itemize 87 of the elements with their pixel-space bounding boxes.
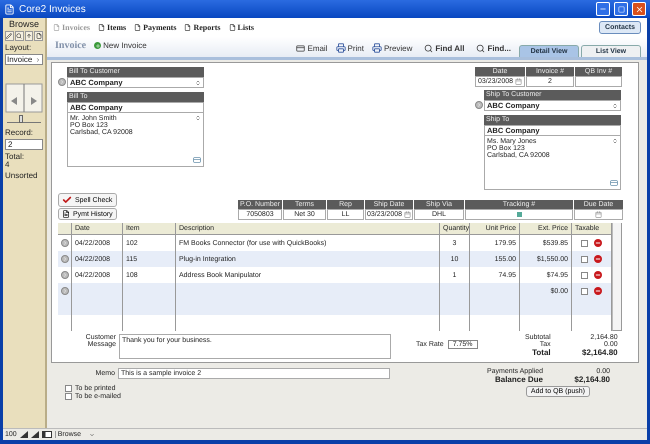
nav-tab[interactable]: Items bbox=[98, 22, 126, 32]
taxable-checkbox[interactable] bbox=[581, 288, 588, 294]
table-cell bbox=[123, 283, 176, 299]
caret-icon bbox=[88, 432, 95, 438]
window-title: Core2 Invoices bbox=[19, 4, 87, 14]
add-icon bbox=[94, 42, 102, 49]
record-slider[interactable] bbox=[7, 118, 41, 123]
new-invoice-button[interactable]: New Invoice bbox=[94, 41, 147, 50]
mode-label: Browse bbox=[8, 19, 40, 29]
sort-status: Unsorted bbox=[5, 171, 38, 180]
toolbar-button[interactable]: Find All bbox=[424, 44, 464, 53]
search-icon[interactable] bbox=[14, 31, 24, 41]
total-label: Total: bbox=[5, 152, 26, 161]
close-button[interactable] bbox=[632, 2, 646, 16]
checkbox[interactable] bbox=[65, 393, 72, 400]
record-field[interactable]: 2 bbox=[5, 139, 43, 150]
pencil-icon[interactable] bbox=[5, 31, 14, 41]
table-cell bbox=[520, 299, 572, 315]
arrow-up-icon[interactable] bbox=[24, 31, 34, 41]
taxable-checkbox[interactable] bbox=[581, 240, 588, 246]
layout-dropdown[interactable]: Invoice bbox=[5, 54, 43, 65]
card-icon bbox=[296, 44, 306, 53]
total-label: Total bbox=[531, 348, 551, 357]
search-icon bbox=[424, 44, 434, 53]
row-arrow-icon[interactable] bbox=[60, 239, 68, 247]
delete-icon[interactable] bbox=[594, 255, 602, 263]
document-icon bbox=[62, 210, 70, 218]
document-icon bbox=[98, 24, 105, 30]
page-icon[interactable] bbox=[34, 31, 43, 41]
toolbar-button[interactable]: Print bbox=[336, 43, 364, 53]
form-field[interactable] bbox=[575, 76, 622, 87]
card-icon[interactable] bbox=[193, 156, 201, 164]
maximize-button[interactable] bbox=[614, 2, 628, 16]
check-icon bbox=[62, 195, 72, 205]
record-book-drawing[interactable] bbox=[5, 83, 43, 113]
status-area-icon[interactable] bbox=[42, 431, 52, 438]
close-icon bbox=[634, 4, 644, 14]
app-icon bbox=[4, 4, 15, 14]
row-arrow-icon[interactable] bbox=[60, 287, 68, 295]
go-arrow-icon[interactable] bbox=[475, 101, 483, 109]
go-arrow-icon[interactable] bbox=[58, 78, 66, 86]
row-arrow-icon[interactable] bbox=[60, 255, 68, 263]
document-icon bbox=[228, 24, 236, 30]
toolbar-button[interactable]: Find... bbox=[476, 44, 511, 53]
table-cell bbox=[440, 299, 470, 315]
delete-icon[interactable] bbox=[594, 239, 602, 247]
row-arrow-icon[interactable] bbox=[60, 271, 68, 279]
search-icon bbox=[476, 44, 486, 53]
total-count: 4 bbox=[5, 160, 10, 169]
table-cell bbox=[470, 283, 520, 299]
document-icon bbox=[184, 24, 192, 30]
table-cell bbox=[470, 299, 520, 315]
total-value: $2,164.80 bbox=[581, 348, 618, 357]
calendar-icon[interactable] bbox=[515, 78, 522, 85]
toolbar-button[interactable]: Preview bbox=[372, 43, 412, 53]
checkbox[interactable] bbox=[65, 385, 72, 392]
record-label: Record: bbox=[5, 128, 34, 137]
calendar-icon[interactable] bbox=[404, 211, 412, 218]
calendar-icon[interactable] bbox=[595, 211, 602, 218]
card-icon[interactable] bbox=[610, 179, 618, 187]
delete-icon[interactable] bbox=[594, 271, 602, 279]
layout-label: Layout: bbox=[5, 43, 32, 52]
layout-title: Invoice bbox=[55, 40, 86, 51]
document-icon bbox=[53, 24, 60, 30]
nav-tab[interactable]: Reports bbox=[184, 22, 221, 32]
slider-thumb[interactable] bbox=[18, 115, 23, 123]
printer-icon bbox=[372, 43, 382, 53]
form-field[interactable] bbox=[574, 209, 623, 220]
caret-icon bbox=[35, 56, 41, 62]
document-icon bbox=[134, 24, 142, 30]
minimize-button[interactable] bbox=[596, 2, 610, 16]
scroll-bar[interactable] bbox=[612, 223, 622, 331]
maximize-icon bbox=[618, 6, 624, 12]
nav-tab[interactable]: Lists bbox=[228, 22, 254, 32]
printer-icon bbox=[336, 43, 346, 53]
payment-label: Balance Due bbox=[494, 375, 543, 384]
form-field[interactable] bbox=[465, 209, 573, 220]
table-cell bbox=[123, 299, 176, 315]
table-cell bbox=[440, 283, 470, 299]
table-cell bbox=[72, 299, 123, 315]
taxable-checkbox[interactable] bbox=[581, 272, 588, 278]
delete-icon[interactable] bbox=[594, 287, 602, 295]
tracking-status-icon bbox=[516, 212, 522, 217]
taxable-checkbox[interactable] bbox=[581, 256, 588, 262]
toolbar-button[interactable]: Email bbox=[296, 44, 328, 53]
payment-value: $2,164.80 bbox=[573, 375, 610, 384]
nav-tab[interactable]: Payments bbox=[134, 22, 176, 32]
